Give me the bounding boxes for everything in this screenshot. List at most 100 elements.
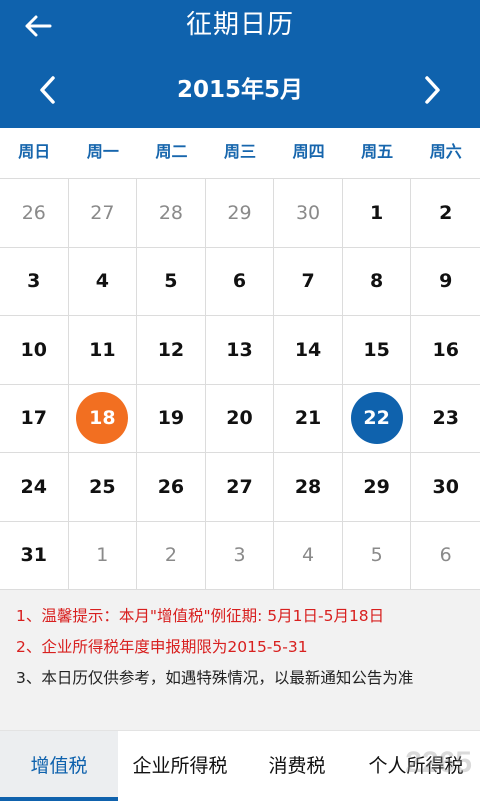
calendar-day[interactable]: 27 (205, 453, 275, 522)
day-number: 14 (294, 338, 322, 361)
calendar-day[interactable]: 5 (342, 521, 412, 590)
day-number: 2 (439, 201, 453, 224)
calendar-day[interactable]: 7 (274, 247, 343, 316)
calendar-day[interactable]: 11 (68, 316, 138, 385)
calendar-day[interactable]: 6 (411, 522, 480, 590)
calendar-day[interactable]: 10 (0, 316, 69, 385)
disclaimer-note: 3、本日历仅供参考，如遇特殊情况，以最新通知公告为准 (16, 669, 414, 687)
day-number: 7 (301, 270, 315, 293)
calendar-day[interactable]: 24 (0, 453, 69, 522)
day-number: 22 (350, 392, 403, 445)
month-navigation: 2015年5月 (0, 52, 480, 128)
calendar-day[interactable]: 26 (0, 179, 69, 248)
day-number: 27 (226, 475, 253, 498)
weekday-header: 周日 周一 周二 周三 周四 周五 周六 (0, 128, 480, 178)
day-number: 30 (432, 475, 459, 498)
weekday-label: 周四 (292, 142, 325, 161)
calendar-day[interactable]: 28 (274, 453, 343, 522)
day-number: 4 (302, 544, 315, 567)
tax-type-tabs: 增值税 企业所得税 消费税 个人所得税 (0, 730, 480, 801)
weekday-label: 周五 (361, 142, 394, 161)
calendar-day[interactable]: 9 (411, 248, 480, 316)
calendar-day[interactable]: 30 (274, 179, 343, 248)
day-number: 6 (439, 544, 452, 567)
day-number: 3 (27, 270, 41, 293)
calendar-day[interactable]: 30 (411, 453, 480, 522)
weekday-label: 周三 (224, 142, 257, 161)
day-number: 30 (295, 201, 321, 224)
calendar-day[interactable]: 26 (137, 453, 206, 522)
tab-vat[interactable]: 增值税 (0, 731, 118, 801)
day-number: 19 (157, 407, 185, 430)
day-number: 10 (20, 338, 47, 361)
tab-corporate-income-tax[interactable]: 企业所得税 (118, 731, 242, 801)
weekday-label: 周二 (155, 142, 188, 161)
calendar-day[interactable]: 3 (205, 521, 275, 590)
calendar-day[interactable]: 20 (205, 384, 275, 453)
day-number: 26 (21, 201, 46, 224)
calendar-day[interactable]: 19 (137, 384, 206, 453)
calendar-day[interactable]: 28 (137, 179, 206, 248)
weekday-label: 周一 (86, 142, 119, 161)
next-month-button[interactable] (412, 70, 452, 110)
day-number: 17 (20, 407, 47, 430)
calendar-day-deadline[interactable]: 22 (342, 384, 412, 453)
day-number: 11 (89, 338, 116, 361)
day-number: 18 (76, 392, 129, 445)
day-number: 31 (20, 544, 47, 567)
weekday-label: 周日 (18, 142, 51, 161)
day-number: 21 (294, 407, 322, 430)
calendar-day[interactable]: 2 (411, 179, 480, 248)
calendar-day[interactable]: 1 (342, 179, 412, 248)
day-number: 29 (227, 201, 252, 224)
day-number: 4 (95, 270, 109, 293)
day-number: 28 (158, 201, 184, 224)
calendar-day[interactable]: 6 (205, 247, 275, 316)
calendar-day[interactable]: 1 (68, 521, 138, 590)
calendar-day[interactable]: 4 (68, 247, 138, 316)
calendar-day[interactable]: 16 (411, 316, 480, 385)
day-number: 15 (363, 338, 390, 361)
day-number: 20 (226, 407, 253, 430)
calendar-day[interactable]: 17 (0, 384, 69, 453)
calendar-day[interactable]: 3 (0, 247, 69, 316)
day-number: 26 (157, 475, 185, 498)
weekday-label: 周六 (429, 142, 462, 161)
day-number: 24 (20, 475, 47, 498)
day-number: 6 (232, 270, 247, 293)
tab-consumption-tax[interactable]: 消费税 (242, 731, 352, 801)
calendar-day-today[interactable]: 18 (68, 384, 138, 453)
vat-deadline-note: 1、温馨提示：本月"增值税"例征期: 5月1日-5月18日 (16, 607, 385, 625)
calendar-day[interactable]: 25 (68, 453, 138, 522)
day-number: 29 (363, 475, 390, 498)
calendar-day[interactable]: 15 (342, 316, 412, 385)
calendar-day[interactable]: 29 (205, 179, 275, 248)
page-title: 征期日历 (185, 10, 294, 40)
day-number: 1 (370, 201, 384, 224)
day-number: 25 (89, 475, 116, 498)
day-number: 5 (164, 270, 178, 293)
calendar-day[interactable]: 5 (137, 247, 206, 316)
calendar-day[interactable]: 23 (411, 385, 480, 453)
day-number: 9 (439, 270, 453, 293)
current-month-label: 2015年5月 (176, 77, 304, 103)
day-number: 28 (294, 475, 322, 498)
calendar-day[interactable]: 31 (0, 521, 69, 590)
calendar-day[interactable]: 27 (68, 179, 138, 248)
calendar-day[interactable]: 4 (274, 521, 343, 590)
day-number: 3 (233, 544, 246, 567)
corporate-tax-note: 2、企业所得税年度申报期限为2015-5-31 (16, 638, 308, 656)
calendar-day[interactable]: 14 (274, 316, 343, 385)
day-number: 16 (432, 338, 459, 361)
day-number: 2 (164, 544, 177, 567)
calendar-day[interactable]: 29 (342, 453, 412, 522)
calendar-day[interactable]: 2 (137, 521, 206, 590)
calendar-day[interactable]: 8 (342, 247, 412, 316)
calendar-day[interactable]: 13 (205, 316, 275, 385)
calendar-day[interactable]: 12 (137, 316, 206, 385)
tab-personal-income-tax[interactable]: 个人所得税 (352, 731, 480, 801)
day-number: 13 (226, 338, 253, 361)
calendar-day[interactable]: 21 (274, 384, 343, 453)
title-bar: 征期日历 (0, 0, 480, 52)
notes-panel: 1、温馨提示：本月"增值税"例征期: 5月1日-5月18日 2、企业所得税年度申… (0, 590, 480, 730)
